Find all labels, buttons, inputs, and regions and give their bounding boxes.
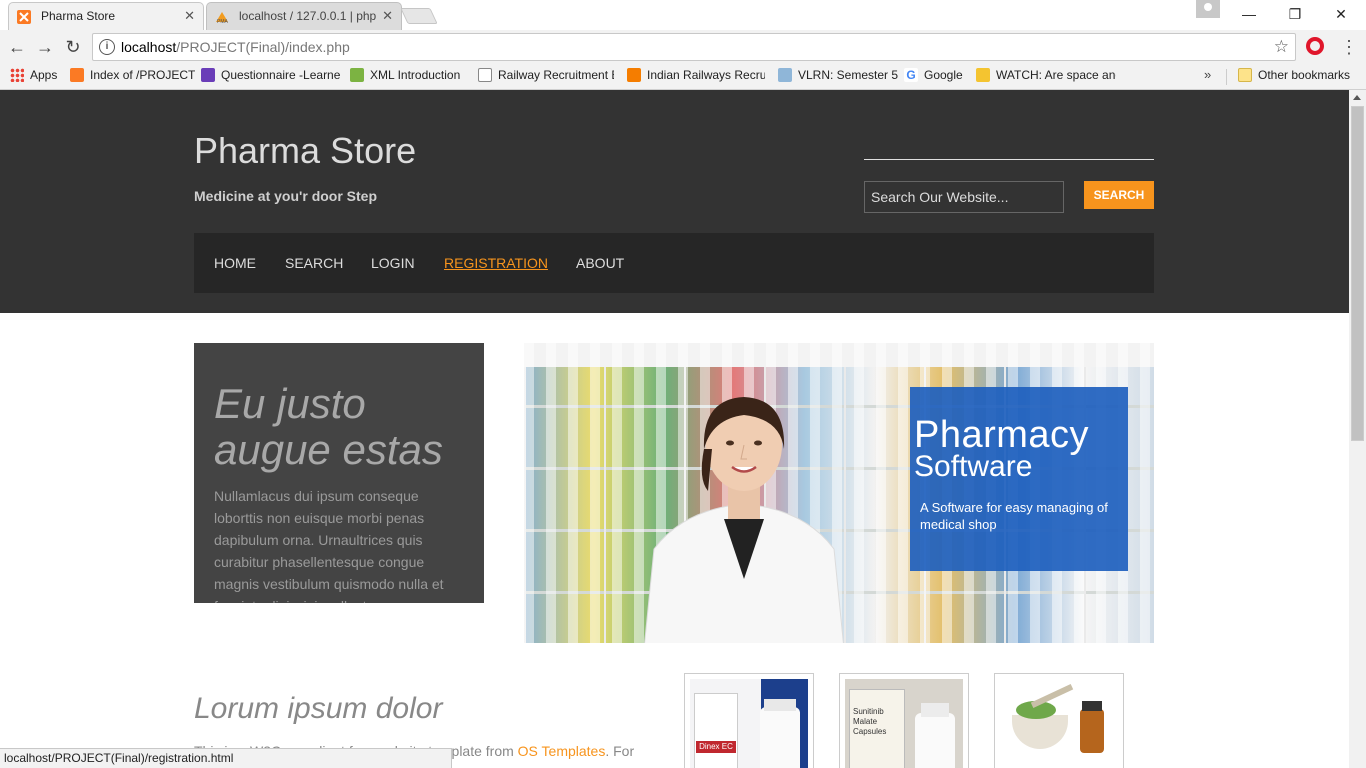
scroll-up-icon[interactable] [1353,95,1361,100]
menu-kebab-icon[interactable]: ⋮ [1340,34,1358,60]
search-input[interactable] [864,181,1064,213]
bookmark-other[interactable]: Other bookmarks [1238,64,1350,90]
new-tab-button[interactable] [400,8,438,24]
bookmark-indian-railways[interactable]: Indian Railways Recru [627,64,765,90]
tab-strip: Pharma Store ✕ PMA localhost / 127.0.0.1… [0,0,1366,30]
tab-title: Pharma Store [41,9,116,23]
hero-banner: Pharmacy Software A Software for easy ma… [524,343,1154,643]
os-templates-link[interactable]: OS Templates [518,743,606,759]
w3-icon [350,67,364,82]
profile-icon[interactable] [1196,0,1220,18]
address-bar[interactable]: i localhost/PROJECT(Final)/index.php ☆ [92,33,1296,61]
xampp-icon [70,67,84,82]
forward-icon[interactable]: → [32,34,58,60]
bookmarks-overflow-icon[interactable]: » [1204,64,1211,86]
info-icon[interactable]: i [99,39,115,55]
product-thumb-3[interactable] [994,673,1124,768]
search-divider [864,159,1154,160]
blogger-icon [627,67,641,82]
bookmark-xml-intro[interactable]: XML Introduction [350,64,460,90]
reload-icon[interactable]: ↻ [60,34,86,60]
product-label: Dinex EC [696,741,736,753]
feature-heading: Eu justo augue estas [214,380,443,473]
bookmark-index-project[interactable]: Index of /PROJECT [70,64,195,90]
banner-text-panel: Pharmacy Software A Software for easy ma… [910,387,1128,571]
bookmark-railway-recruitment[interactable]: Railway Recruitment E [478,64,614,90]
site-tagline: Medicine at you'r door Step [194,188,378,204]
feature-box: Eu justo augue estas Nullamlacus dui ips… [194,343,484,603]
phpmyadmin-icon: PMA [216,12,229,24]
close-tab-icon[interactable]: ✕ [184,3,195,29]
banner-headline-2: Software [914,450,1033,483]
svg-text:PMA: PMA [217,19,229,24]
close-tab-icon[interactable]: ✕ [382,3,393,29]
product-thumb-1[interactable]: Dinex EC [684,673,814,768]
restore-icon[interactable]: ❐ [1272,0,1318,28]
section-title: Lorum ipsum dolor [194,692,443,725]
bookmark-google[interactable]: G Google [904,64,963,90]
product-image-dinex: Dinex EC [690,679,808,768]
bookmark-apps[interactable]: Apps [10,64,57,90]
bookmarks-bar: Apps Index of /PROJECT Questionnaire -Le… [0,64,1366,90]
page-viewport: Pharma Store Medicine at you'r door Step… [0,90,1349,768]
minimize-icon[interactable]: — [1226,0,1272,28]
xampp-icon [17,10,31,24]
pharmacist-image [644,397,844,643]
window-close-icon[interactable]: ✕ [1318,0,1364,28]
product-label: Sunitinib Malate Capsules [853,707,887,736]
folder-icon [1238,67,1252,82]
main-nav: HOME SEARCH LOGIN REGISTRATION ABOUT [194,233,1154,293]
search-button[interactable]: SEARCH [1084,181,1154,209]
folder-icon [976,67,990,82]
site-title[interactable]: Pharma Store [194,130,416,172]
nav-search[interactable]: SEARCH [285,233,343,293]
nav-login[interactable]: LOGIN [371,233,415,293]
bookmark-vlrn[interactable]: VLRN: Semester 5 [778,64,898,90]
bookmarks-divider [1226,69,1227,85]
product-image-sunitinib: Sunitinib Malate Capsules [845,679,963,768]
product-image-herbal [1000,679,1118,768]
nav-home[interactable]: HOME [214,233,256,293]
back-icon[interactable]: ← [4,34,30,60]
nav-about[interactable]: ABOUT [576,233,624,293]
banner-subtext: A Software for easy managing of medical … [920,500,1108,532]
page-icon [478,67,492,82]
product-thumb-2[interactable]: Sunitinib Malate Capsules [839,673,969,768]
tab-title: localhost / 127.0.0.1 | php [239,9,377,23]
tab-pharma-store[interactable]: Pharma Store ✕ [8,2,204,30]
banner-headline-1: Pharmacy [914,414,1090,456]
scrollbar-thumb[interactable] [1351,106,1364,441]
form-icon [201,67,215,82]
tab-phpmyadmin[interactable]: PMA localhost / 127.0.0.1 | php ✕ [206,2,402,30]
bookmark-watch[interactable]: WATCH: Are space and [976,64,1116,90]
browser-toolbar: ← → ↻ i localhost/PROJECT(Final)/index.p… [0,30,1366,64]
google-icon: G [904,67,918,82]
bookmark-star-icon[interactable]: ☆ [1274,34,1289,60]
bookmark-questionnaire[interactable]: Questionnaire -Learne [201,64,341,90]
site-header: Pharma Store Medicine at you'r door Step… [0,90,1349,313]
opera-icon[interactable] [1306,37,1324,55]
nav-registration[interactable]: REGISTRATION [444,233,548,293]
url-text[interactable]: localhost/PROJECT(Final)/index.php [121,34,350,60]
feature-body: Nullamlacus dui ipsum conseque loborttis… [214,488,444,603]
status-bar-url: localhost/PROJECT(Final)/registration.ht… [0,748,452,768]
vlrn-icon [778,67,792,82]
apps-grid-icon [10,67,24,82]
page-scrollbar[interactable] [1349,90,1366,768]
